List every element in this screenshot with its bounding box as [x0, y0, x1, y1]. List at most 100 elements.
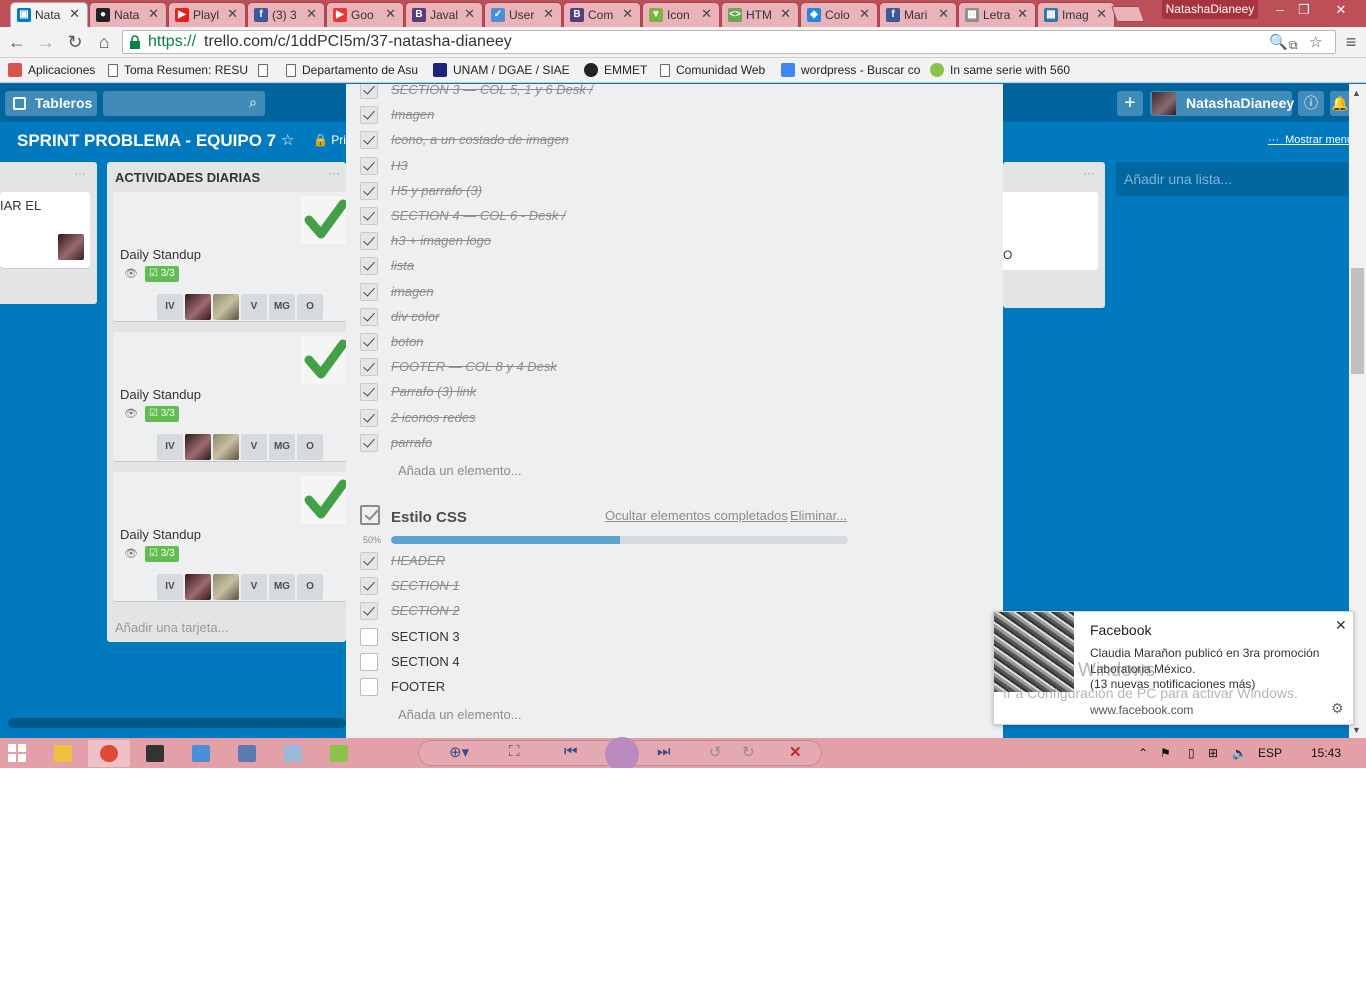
checkbox[interactable] [360, 282, 378, 301]
address-bar[interactable]: https:// trello.com/c/1ddPCI5m/37-natash… [122, 30, 1336, 54]
checkbox[interactable] [360, 602, 378, 621]
checklist-item[interactable]: SECTION 4 [360, 652, 960, 673]
checkbox[interactable] [360, 232, 378, 251]
member-avatar[interactable]: MG [269, 434, 295, 460]
show-menu-link[interactable]: ··· Mostrar menú [1268, 134, 1353, 146]
browser-tab[interactable]: ▦ Imag ✕ [1037, 2, 1115, 27]
checkbox[interactable] [360, 156, 378, 175]
checklist-item[interactable]: HEADER [360, 552, 960, 572]
member-avatar[interactable] [185, 574, 211, 600]
taskbar-app[interactable] [180, 740, 222, 767]
checkbox[interactable] [360, 181, 378, 200]
star-icon[interactable]: ☆ [281, 131, 294, 149]
checkbox[interactable] [360, 106, 378, 125]
info-icon[interactable]: ⓘ [1298, 91, 1324, 116]
taskbar-app[interactable] [88, 740, 130, 767]
checklist-item[interactable]: parrafo [360, 433, 960, 454]
list-menu-icon[interactable]: ··· [328, 166, 340, 180]
board-title[interactable]: SPRINT PROBLEMA - EQUIPO 7 [17, 131, 276, 151]
checkbox[interactable] [360, 408, 378, 427]
back-icon[interactable]: ← [6, 31, 28, 53]
checklist-item[interactable]: SECTION 2 [360, 602, 960, 622]
hide-completed-link[interactable]: Ocultar elementos completados [605, 508, 788, 523]
card-daily-standup[interactable]: Daily Standup 👁 ☑ 3/3 IV V MG O [113, 332, 349, 462]
member-avatar[interactable] [185, 434, 211, 460]
browser-tab[interactable]: ◆ Colo ✕ [800, 2, 878, 27]
bookmark-item[interactable]: EMMET [584, 63, 647, 77]
horizontal-scrollbar[interactable] [8, 718, 346, 728]
member-avatar[interactable]: O [297, 294, 323, 320]
close-icon[interactable]: ✕ [1017, 6, 1028, 22]
checkbox[interactable] [360, 358, 378, 377]
close-icon[interactable]: ✕ [780, 6, 791, 22]
member-avatar[interactable]: V [241, 434, 267, 460]
restore-icon[interactable]: ❐ [1292, 0, 1316, 20]
gear-icon[interactable]: ⚙ [1331, 700, 1344, 717]
add-button[interactable]: + [1117, 91, 1143, 116]
checkbox[interactable] [360, 307, 378, 326]
browser-tab[interactable]: f Mari ✕ [879, 2, 957, 27]
close-icon[interactable]: ✕ [306, 6, 317, 22]
checklist-item[interactable]: imagen [360, 282, 960, 303]
checkbox[interactable] [360, 257, 378, 276]
profile-button[interactable]: NatashaDianeey [1162, 0, 1258, 19]
checkbox[interactable] [360, 652, 378, 671]
add-card-link[interactable]: Añadir una tarjeta... [115, 620, 228, 635]
rotate-right-icon[interactable]: ↻ [742, 743, 755, 761]
checklist-item[interactable]: div color [360, 307, 960, 328]
member-avatar[interactable]: IV [157, 574, 183, 600]
bookmark-item[interactable]: Comunidad Web [660, 63, 765, 77]
member-avatar[interactable]: IV [157, 294, 183, 320]
bookmark-item[interactable]: In same serie with 560 [930, 63, 1070, 77]
delete-icon[interactable]: ✕ [789, 743, 802, 761]
checklist-item[interactable]: boton [360, 333, 960, 353]
battery-icon[interactable]: ▯ [1188, 746, 1195, 760]
checkbox[interactable] [360, 627, 378, 646]
browser-tab[interactable]: ▶ Playl ✕ [168, 2, 246, 27]
close-window-icon[interactable]: ✕ [1318, 0, 1364, 20]
card-daily-standup[interactable]: Daily Standup 👁 ☑ 3/3 IV V MG O [113, 472, 349, 602]
close-icon[interactable]: ✕ [385, 6, 396, 22]
card[interactable]: O [1003, 192, 1098, 270]
browser-tab[interactable]: ● Nata ✕ [89, 2, 167, 27]
scrollbar-thumb[interactable] [1351, 268, 1364, 374]
member-avatar[interactable]: MG [269, 574, 295, 600]
checklist-item[interactable]: FOOTER [360, 678, 960, 698]
zoom-icon[interactable]: 🔍 [1269, 32, 1288, 54]
checklist-item[interactable]: h3 + imagen logo [360, 232, 960, 252]
checkbox[interactable] [360, 383, 378, 402]
home-icon[interactable]: ⌂ [93, 31, 115, 53]
browser-tab[interactable]: ▶ Goo ✕ [326, 2, 404, 27]
windows-start-icon[interactable] [8, 744, 26, 762]
member-avatar[interactable]: IV [157, 434, 183, 460]
close-icon[interactable]: ✕ [859, 6, 870, 22]
close-icon[interactable]: ✕ [148, 6, 159, 22]
close-icon[interactable]: ✕ [938, 6, 949, 22]
slideshow-icon[interactable] [605, 737, 639, 768]
browser-tab[interactable]: B Javal ✕ [405, 2, 483, 27]
checklist-item[interactable]: SECTION 1 [360, 577, 960, 597]
chrome-menu-icon[interactable]: ≡ [1340, 31, 1362, 53]
browser-tab[interactable]: ▣ Nata ✕ [10, 2, 88, 27]
browser-tab[interactable]: <> HTM ✕ [721, 2, 799, 27]
checklist-item[interactable]: H3 [360, 156, 960, 177]
card-daily-standup[interactable]: Daily Standup 👁 ☑ 3/3 IV V MG O [113, 192, 349, 322]
fit-icon[interactable]: ⛶ [509, 743, 520, 760]
taskbar-app[interactable] [42, 740, 84, 767]
new-tab-button[interactable] [1111, 6, 1145, 22]
add-list-input[interactable]: Añadir una lista... [1116, 162, 1348, 196]
member-avatar[interactable]: MG [269, 294, 295, 320]
close-icon[interactable]: ✕ [622, 6, 633, 22]
checklist-item[interactable]: lista [360, 257, 960, 277]
checkbox[interactable] [360, 552, 378, 570]
board-search-input[interactable]: ⌕ [103, 91, 265, 116]
clock[interactable]: 15:43 [1311, 746, 1341, 760]
bookmark-star-icon[interactable]: ☆ [1309, 32, 1322, 54]
checklist-item[interactable]: FOOTER — COL 8 y 4 Desk [360, 358, 960, 378]
scroll-up-icon[interactable]: ▲ [1352, 88, 1361, 98]
boards-button[interactable]: Tableros [5, 91, 97, 116]
browser-tab[interactable]: f (3) 3 ✕ [247, 2, 325, 27]
member-avatar[interactable]: V [241, 294, 267, 320]
next-icon[interactable]: ⏭ [657, 743, 671, 760]
add-checklist-item-link[interactable]: Añada un elemento... [398, 463, 522, 478]
